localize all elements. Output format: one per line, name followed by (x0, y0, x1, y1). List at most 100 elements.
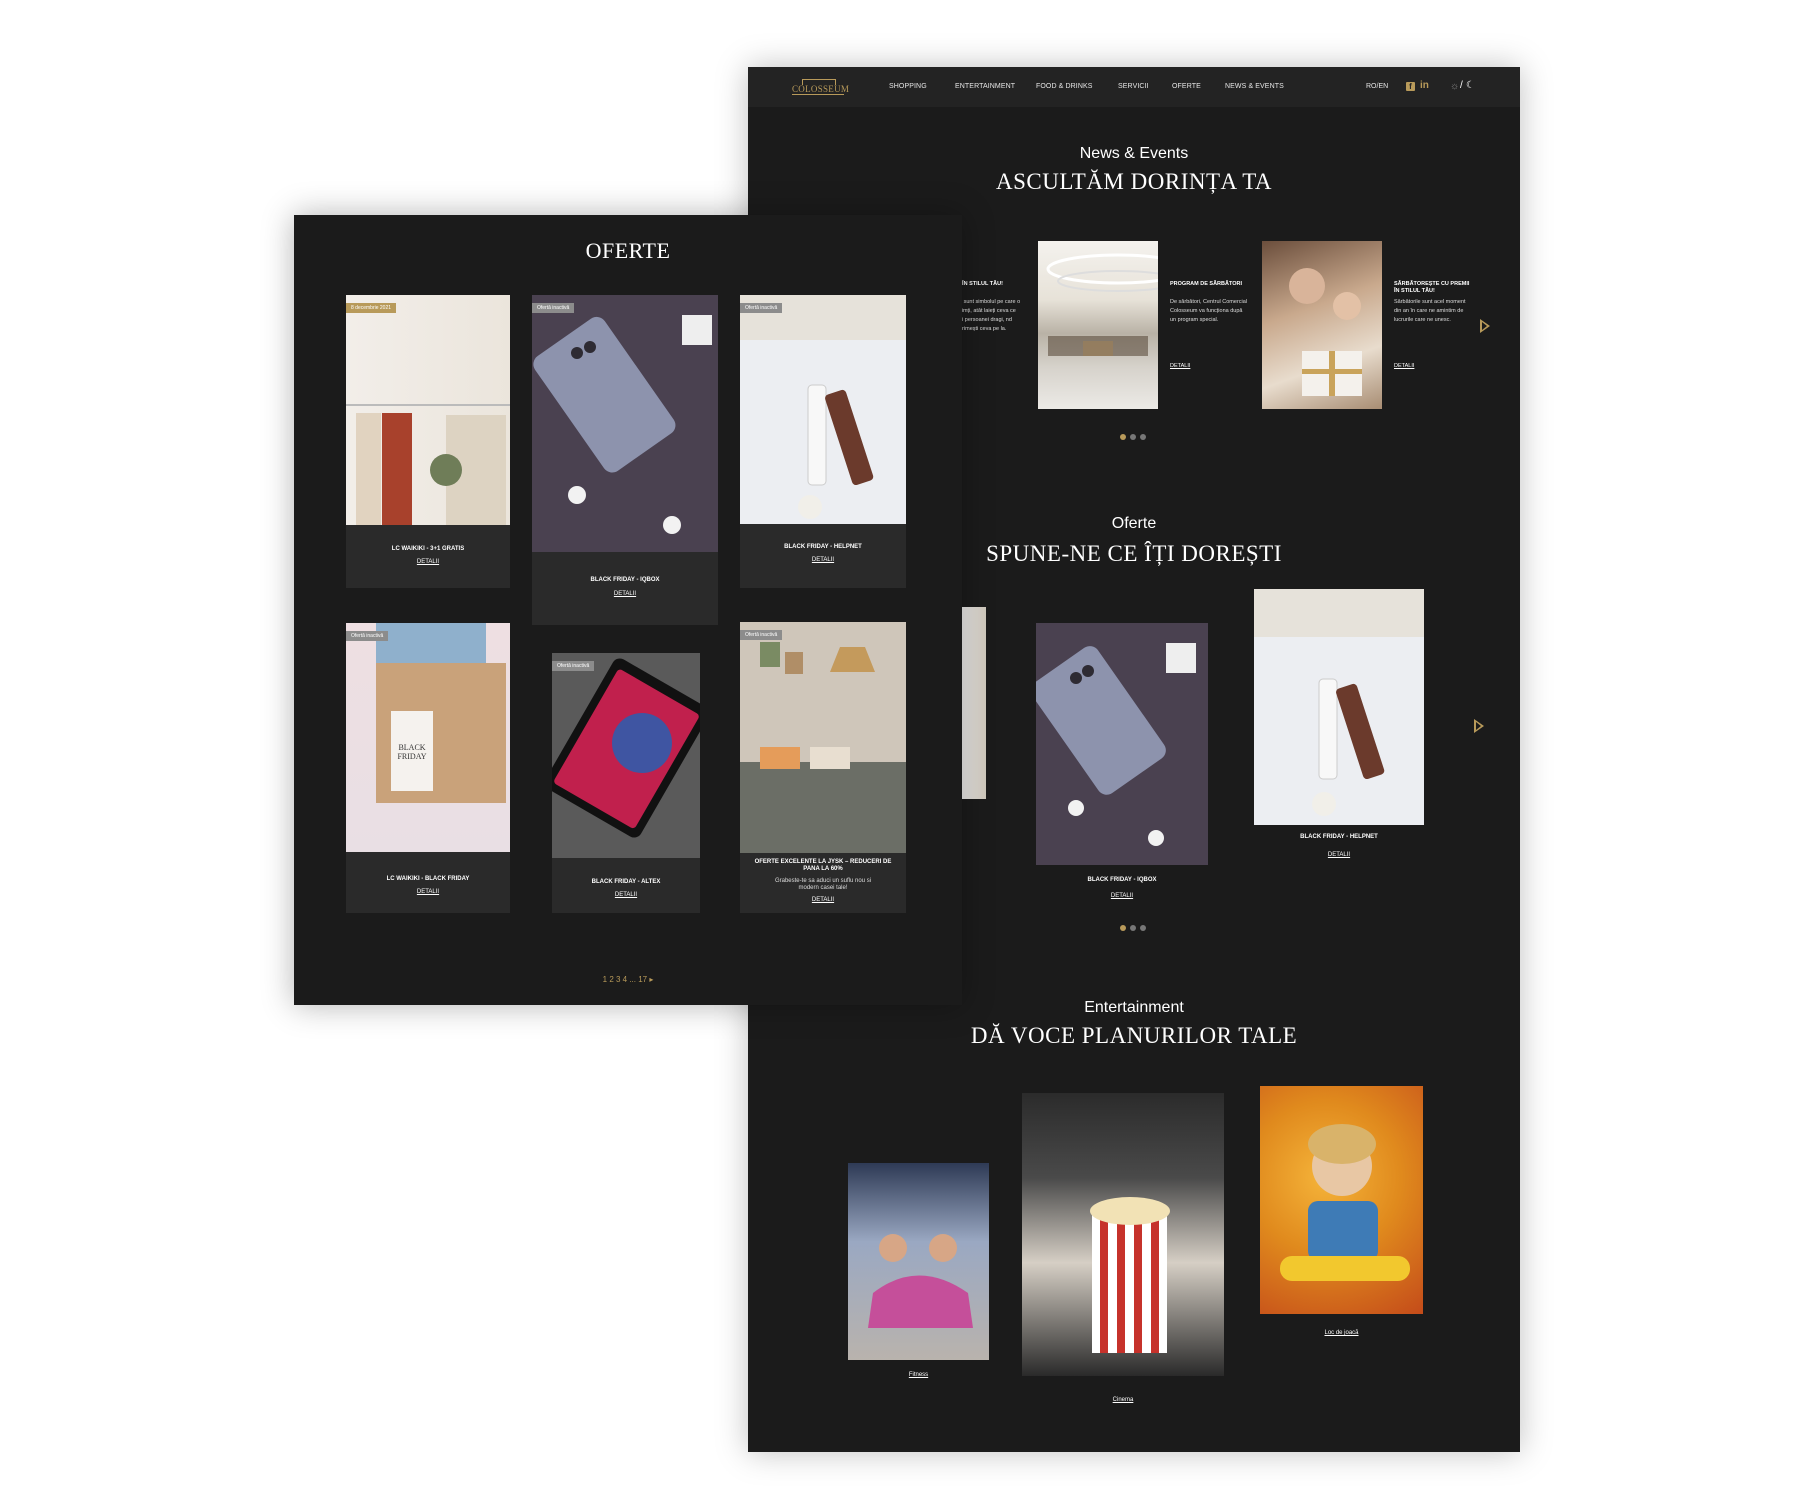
news-item-2-link[interactable]: DETALII (1394, 363, 1414, 369)
nav-oferte[interactable]: OFERTE (1172, 67, 1201, 107)
offer-card[interactable]: Ofertă inactivă BLACK FRIDAY - ALTEX DET… (552, 653, 700, 913)
tablet-image (552, 653, 700, 858)
offer-card-title: LC WAIKIKI - BLACK FRIDAY (386, 876, 470, 882)
top-navigation-bar: COLOSSEUM SHOPPING ENTERTAINMENT FOOD & … (748, 67, 1520, 107)
pagination[interactable]: 1 2 3 4 ... 17 ▸ (294, 975, 962, 984)
offer-card-link[interactable]: DETALII (740, 897, 906, 903)
linkedin-icon[interactable]: in (1420, 80, 1429, 91)
offer-card-link[interactable]: DETALII (552, 892, 700, 898)
offer-card[interactable]: 8 decembrie 2021 LC WAIKIKI - 3+1 GRATIS… (346, 295, 510, 588)
popcorn-illustration (1090, 1197, 1170, 1353)
sun-icon[interactable]: ☼ (1450, 81, 1459, 92)
phone-earbuds-illustration (1036, 623, 1208, 865)
theme-separator: / (1460, 80, 1463, 91)
offer-card-link[interactable]: DETALII (532, 591, 718, 597)
offer-card-link[interactable]: DETALII (346, 889, 510, 895)
logo-underline (792, 94, 844, 95)
gift-mother-child-image[interactable] (1262, 241, 1382, 409)
playground-link[interactable]: Loc de joacă (1260, 1330, 1423, 1336)
nav-servicii[interactable]: SERVICII (1118, 67, 1149, 107)
black-friday-bag-illustration (376, 623, 506, 803)
offer-card[interactable]: Ofertă inactivă BLACK FRIDAY - IQBOX DET… (532, 295, 718, 625)
cinema-image[interactable] (1022, 1093, 1224, 1376)
fitness-link[interactable]: Fitness (848, 1372, 989, 1378)
child-slide-illustration (1280, 1124, 1410, 1281)
news-title: ASCULTĂM DORINȚA TA (995, 169, 1273, 194)
news-kicker: News & Events (1079, 145, 1189, 162)
bedroom-illustration (740, 622, 906, 853)
offer-card[interactable]: Ofertă inactivă OFERTE EXCELENTE LA JYSK… (740, 622, 906, 913)
news-item-1-link[interactable]: DETALII (1170, 363, 1190, 369)
offer-card-description: Grabeste-te sa aduci un suflu nou si mod… (774, 878, 872, 891)
offer-card[interactable]: BLACK FRIDAY Ofertă inactivă LC WAIKIKI … (346, 623, 510, 913)
carousel-dot[interactable] (1130, 434, 1136, 440)
clothes-rack-illustration (346, 404, 510, 525)
news-item-2-title: SĂRBĂTOREȘTE CU PREMII ÎN STILUL TĂU! (1394, 281, 1470, 294)
logo-text: COLOSSEUM (792, 84, 850, 94)
phone-earbuds-image (532, 295, 718, 552)
offer-iqbox-link[interactable]: DETALII (1036, 893, 1208, 899)
colosseum-logo[interactable]: COLOSSEUM (792, 79, 850, 95)
offer-helpnet-title: BLACK FRIDAY - HELPNET (1300, 834, 1378, 840)
nav-entertainment[interactable]: ENTERTAINMENT (955, 67, 1015, 107)
cinema-link[interactable]: Cinema (1022, 1397, 1224, 1403)
offer-inactive-badge: Ofertă inactivă (552, 661, 595, 671)
offers-page-title: OFERTE (585, 238, 671, 263)
nav-shopping[interactable]: SHOPPING (889, 67, 927, 107)
news-item-1-title: PROGRAM DE SĂRBĂTORI (1170, 281, 1243, 287)
cosmetics-image (740, 295, 906, 524)
offer-card-title: BLACK FRIDAY - HELPNET (784, 544, 862, 550)
nav-food-drinks[interactable]: FOOD & DRINKS (1036, 67, 1093, 107)
carousel-dot[interactable] (1130, 925, 1136, 931)
offer-helpnet-image[interactable] (1254, 589, 1424, 825)
news-partial-text: e sunt simbolul pe care o simți, atât la… (959, 299, 1021, 332)
carousel-dot[interactable] (1140, 925, 1146, 931)
offers-page-panel: OFERTE 8 decembrie 2021 LC WAIKIKI - 3+1… (294, 215, 962, 1005)
black-friday-bag-image: BLACK FRIDAY (346, 623, 510, 852)
playground-image[interactable] (1260, 1086, 1423, 1314)
sneaker-illustration (868, 1234, 973, 1328)
carousel-dot[interactable] (1140, 434, 1146, 440)
tablet-illustration (552, 653, 700, 858)
offers-partial-image (960, 607, 986, 799)
carousel-dot[interactable] (1120, 434, 1126, 440)
offer-card-title: BLACK FRIDAY - IQBOX (590, 577, 660, 583)
offer-date-badge: 8 decembrie 2021 (346, 303, 397, 313)
offer-iqbox-image[interactable] (1036, 623, 1208, 865)
offer-helpnet-link[interactable]: DETALII (1254, 852, 1424, 858)
news-item-2-text: Sărbătorile sunt acel moment din an în c… (1394, 299, 1466, 323)
bedroom-image (740, 622, 906, 853)
offer-card-title: BLACK FRIDAY - ALTEX (591, 879, 661, 885)
moon-icon[interactable]: ☾ (1466, 80, 1475, 91)
news-carousel-dots (1120, 427, 1150, 445)
offer-inactive-badge: Ofertă inactivă (740, 303, 783, 313)
offer-iqbox-title: BLACK FRIDAY - IQBOX (1087, 877, 1157, 883)
offer-card-title: OFERTE EXCELENTE LA JYSK – REDUCERI DE P… (754, 859, 892, 872)
offer-card-link[interactable]: DETALII (740, 557, 906, 563)
offer-inactive-badge: Ofertă inactivă (532, 303, 575, 313)
offer-card-link[interactable]: DETALII (346, 559, 510, 565)
offer-inactive-badge: Ofertă inactivă (740, 630, 783, 640)
cosmetics-illustration (1254, 589, 1424, 816)
nav-news-events[interactable]: NEWS & EVENTS (1225, 67, 1284, 107)
facebook-icon[interactable]: f (1406, 82, 1415, 91)
offer-inactive-badge: Ofertă inactivă (346, 631, 389, 641)
cosmetics-illustration (740, 295, 906, 519)
news-next-arrow-icon[interactable] (1480, 319, 1490, 333)
clothes-rack-image (346, 295, 510, 525)
mall-interior-image[interactable] (1038, 241, 1158, 409)
offer-card-title: LC WAIKIKI - 3+1 GRATIS (391, 546, 465, 552)
offer-card[interactable]: Ofertă inactivă BLACK FRIDAY - HELPNET D… (740, 295, 906, 588)
news-item-1-text: De sărbători, Centrul Comercial Colosseu… (1170, 299, 1248, 323)
news-partial-title: I ÎN STILUL TĂU! (959, 281, 1003, 287)
fitness-image[interactable] (848, 1163, 989, 1360)
phone-earbuds-illustration (533, 315, 712, 534)
offers-next-arrow-icon[interactable] (1474, 719, 1484, 733)
black-friday-tag-text: BLACK FRIDAY (397, 743, 427, 761)
entertainment-title: DĂ VOCE PLANURILOR TALE (970, 1023, 1298, 1048)
carousel-dot[interactable] (1120, 925, 1126, 931)
mall-interior-illustration (1046, 253, 1158, 356)
language-switch[interactable]: RO/EN (1366, 67, 1388, 107)
gift-illustration (1289, 268, 1362, 396)
offers-carousel-dots (1120, 918, 1150, 936)
